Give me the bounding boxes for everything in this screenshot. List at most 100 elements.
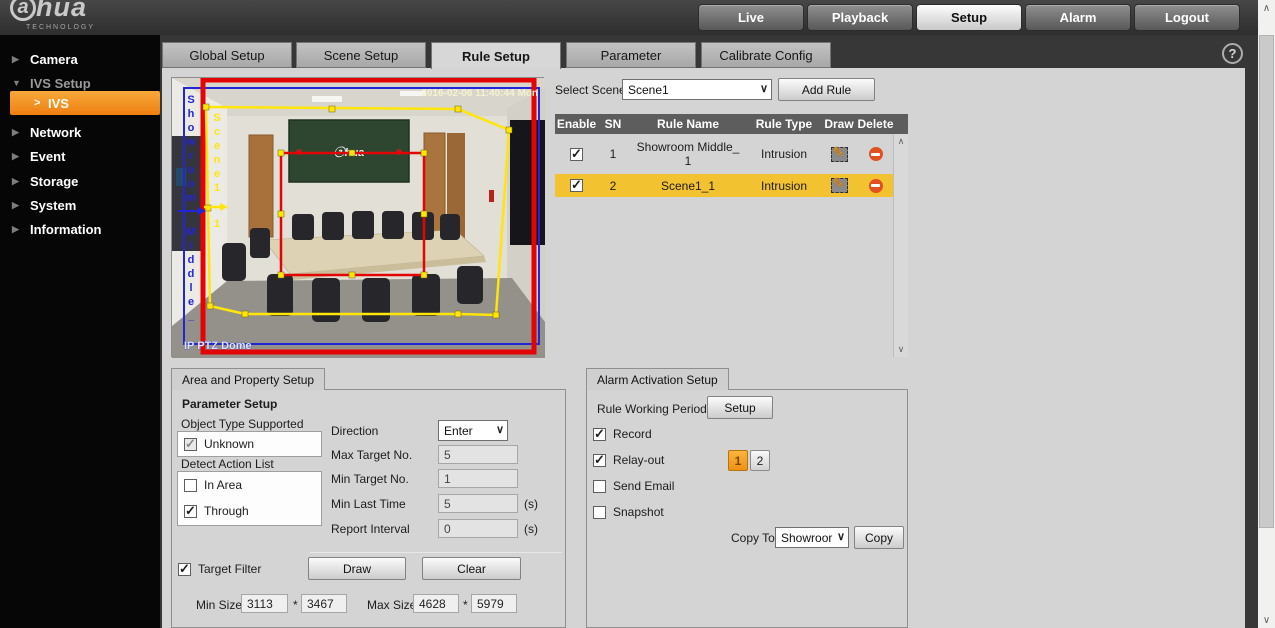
- copy-to-label: Copy To: [731, 531, 775, 545]
- direction-select[interactable]: Enter ∨: [438, 420, 508, 441]
- rule-sn: 1: [598, 147, 628, 161]
- sidebar-item-network[interactable]: ▶ Network: [0, 121, 160, 143]
- in-area-checkbox[interactable]: [184, 479, 197, 492]
- scene-select-value: Scene1: [628, 83, 669, 97]
- collapsed-arrow-icon: ▶: [12, 127, 30, 138]
- add-rule-button[interactable]: Add Rule: [778, 78, 875, 101]
- tab-parameter[interactable]: Parameter: [566, 42, 696, 68]
- sidebar-item-label: IVS: [48, 96, 69, 111]
- target-filter-label: Target Filter: [198, 562, 261, 576]
- collapsed-arrow-icon: ▶: [12, 200, 30, 211]
- alarm-activation-setup-tab: Alarm Activation Setup: [586, 368, 729, 390]
- rule-name: Scene1_1: [628, 179, 748, 193]
- sidebar: ▶ Camera ▼ IVS Setup > IVS ▶ Network ▶ E…: [0, 35, 160, 628]
- sidebar-item-event[interactable]: ▶ Event: [0, 145, 160, 167]
- video-timestamp: 2016-02-06 11:40:44 Mon: [421, 88, 538, 99]
- min-last-time-input: 5: [438, 494, 518, 513]
- max-size-height-input[interactable]: 5979: [471, 594, 517, 613]
- video-preview[interactable]: ⓐhua: [171, 77, 544, 357]
- table-row[interactable]: 2 Scene1_1 Intrusion ✎: [555, 174, 908, 197]
- page-scrollbar[interactable]: ∧ ∨: [1258, 0, 1275, 628]
- tab-calibrate-config[interactable]: Calibrate Config: [701, 42, 831, 68]
- rule-working-period-label: Rule Working Period: [597, 402, 707, 416]
- table-row[interactable]: 1 Showroom Middle_ 1 Intrusion ✎: [555, 134, 908, 174]
- top-bar: a hua TECHNOLOGY Live Playback Setup Ala…: [0, 0, 1275, 35]
- rule-enable-checkbox[interactable]: [570, 179, 583, 192]
- in-area-label: In Area: [204, 478, 242, 492]
- min-size-height-input[interactable]: 3467: [301, 594, 347, 613]
- draw-rule-icon[interactable]: ✎: [831, 178, 848, 193]
- scroll-up-icon[interactable]: ∧: [1258, 0, 1275, 16]
- sidebar-item-label: System: [30, 198, 76, 213]
- rules-table-header: Enable SN Rule Name Rule Type Draw Delet…: [555, 114, 908, 134]
- delete-rule-icon[interactable]: [869, 147, 883, 161]
- record-checkbox[interactable]: [593, 428, 606, 441]
- table-scrollbar[interactable]: ∧ ∨: [893, 134, 908, 357]
- rule-enable-checkbox[interactable]: [570, 148, 583, 161]
- min-last-time-label: Min Last Time: [331, 497, 406, 511]
- object-type-label: Object Type Supported: [181, 417, 304, 431]
- nav-live-button[interactable]: Live: [698, 4, 804, 31]
- col-enable: Enable: [555, 117, 598, 131]
- tab-rule-setup[interactable]: Rule Setup: [431, 42, 561, 69]
- delete-rule-icon[interactable]: [869, 179, 883, 193]
- rule-sn: 2: [598, 179, 628, 193]
- scroll-down-icon[interactable]: ∨: [894, 342, 908, 357]
- nav-alarm-button[interactable]: Alarm: [1025, 4, 1131, 31]
- sidebar-item-ivs[interactable]: > IVS: [10, 91, 160, 115]
- send-email-checkbox[interactable]: [593, 480, 606, 493]
- draw-rule-icon[interactable]: ✎: [831, 147, 848, 162]
- tab-scene-setup[interactable]: Scene Setup: [296, 42, 426, 68]
- tab-global-setup[interactable]: Global Setup: [162, 42, 292, 68]
- object-type-list: Unknown: [177, 431, 322, 457]
- sidebar-item-information[interactable]: ▶ Information: [0, 218, 160, 240]
- col-draw: Draw: [820, 117, 858, 131]
- max-size-width-input[interactable]: 4628: [413, 594, 459, 613]
- send-email-label: Send Email: [613, 479, 674, 493]
- draw-button[interactable]: Draw: [308, 557, 406, 580]
- detect-action-label: Detect Action List: [181, 457, 274, 471]
- relay-channel-2-button[interactable]: 2: [750, 450, 770, 471]
- target-filter-checkbox[interactable]: [178, 563, 191, 576]
- max-target-label: Max Target No.: [331, 448, 412, 462]
- sub-arrow-icon: >: [34, 97, 48, 109]
- relay-out-label: Relay-out: [613, 453, 664, 467]
- scene-select[interactable]: Scene1 ∨: [622, 79, 772, 100]
- main-nav: Live Playback Setup Alarm Logout: [698, 4, 1240, 31]
- min-target-label: Min Target No.: [331, 472, 409, 486]
- copy-to-value: Showroor: [781, 531, 832, 545]
- scroll-down-icon[interactable]: ∨: [1258, 612, 1275, 628]
- size-separator: *: [293, 598, 298, 612]
- pencil-icon: ✎: [833, 144, 845, 161]
- copy-to-select[interactable]: Showroor ∨: [775, 527, 849, 548]
- max-size-label: Max Size: [367, 598, 416, 612]
- copy-button[interactable]: Copy: [854, 526, 904, 549]
- divider: [310, 552, 562, 553]
- through-checkbox[interactable]: [184, 505, 197, 518]
- sidebar-item-camera[interactable]: ▶ Camera: [0, 48, 160, 70]
- col-rule-type: Rule Type: [748, 117, 820, 131]
- scrollbar-thumb[interactable]: [1259, 35, 1274, 528]
- nav-playback-button[interactable]: Playback: [807, 4, 913, 31]
- sidebar-item-storage[interactable]: ▶ Storage: [0, 170, 160, 192]
- report-interval-input: 0: [438, 519, 518, 538]
- relay-out-checkbox[interactable]: [593, 454, 606, 467]
- sidebar-item-label: Event: [30, 149, 65, 164]
- min-last-time-unit: (s): [524, 497, 538, 511]
- sidebar-item-label: Network: [30, 125, 81, 140]
- relay-channel-1-button[interactable]: 1: [728, 450, 748, 471]
- area-property-setup-tab: Area and Property Setup: [171, 368, 325, 390]
- nav-setup-button[interactable]: Setup: [916, 4, 1022, 31]
- logo-subtext: TECHNOLOGY: [26, 24, 95, 31]
- min-size-label: Min Size: [196, 598, 242, 612]
- nav-logout-button[interactable]: Logout: [1134, 4, 1240, 31]
- snapshot-checkbox[interactable]: [593, 506, 606, 519]
- scroll-up-icon[interactable]: ∧: [894, 134, 908, 149]
- expanded-arrow-icon: ▼: [12, 78, 30, 88]
- min-size-width-input[interactable]: 3113: [241, 594, 288, 613]
- sidebar-item-system[interactable]: ▶ System: [0, 194, 160, 216]
- help-icon[interactable]: ?: [1222, 43, 1243, 64]
- clear-button[interactable]: Clear: [422, 557, 521, 580]
- pencil-icon: ✎: [833, 175, 845, 192]
- working-period-setup-button[interactable]: Setup: [707, 396, 773, 419]
